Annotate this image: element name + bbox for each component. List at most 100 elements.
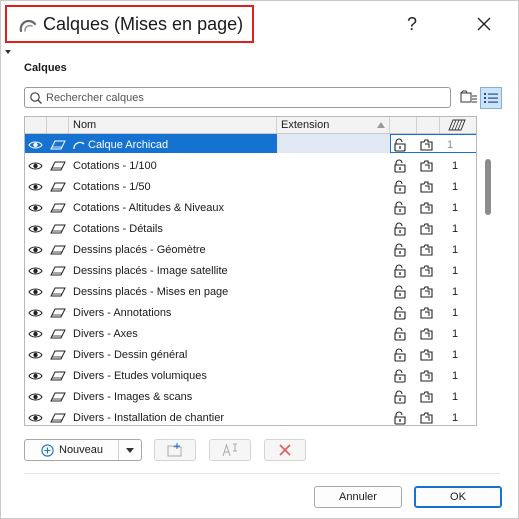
cancel-button[interactable]: Annuler — [314, 486, 402, 508]
wireframe-toggle[interactable] — [420, 176, 434, 197]
intersection-group-cell[interactable]: 1 — [445, 134, 465, 155]
scrollbar-thumb[interactable] — [485, 159, 491, 215]
layer-name-cell[interactable]: Dessins placés - Image satellite — [73, 260, 273, 281]
table-row[interactable]: Cotations - 1/100 1 — [25, 155, 476, 176]
wireframe-toggle[interactable] — [420, 239, 434, 260]
wireframe-toggle[interactable] — [420, 386, 434, 407]
visibility-toggle[interactable] — [28, 365, 44, 386]
visibility-toggle[interactable] — [28, 386, 44, 407]
intersection-group-cell[interactable]: 1 — [445, 407, 465, 425]
header-wireframe[interactable] — [417, 117, 440, 133]
layer-name-cell[interactable]: Cotations - 1/100 — [73, 155, 273, 176]
table-row[interactable]: Dessins placés - Image satellite 1 — [25, 260, 476, 281]
new-layer-dropdown[interactable] — [119, 440, 141, 460]
wireframe-toggle[interactable] — [420, 197, 434, 218]
header-intersection[interactable] — [440, 117, 476, 133]
wireframe-toggle[interactable] — [420, 155, 434, 176]
folder-view-button[interactable] — [458, 87, 480, 109]
intersection-group-cell[interactable]: 1 — [445, 197, 465, 218]
intersection-group-cell[interactable]: 1 — [445, 281, 465, 302]
new-layer-button[interactable]: Nouveau — [24, 439, 142, 461]
layer-name-cell[interactable]: Dessins placés - Mises en page — [73, 281, 273, 302]
new-layer-main[interactable]: Nouveau — [25, 440, 120, 460]
lock-toggle[interactable] — [393, 176, 409, 197]
visibility-toggle[interactable] — [28, 218, 44, 239]
lock-toggle[interactable] — [393, 386, 409, 407]
layer-name-cell[interactable]: Divers - Axes — [73, 323, 273, 344]
delete-button[interactable] — [264, 439, 306, 461]
wireframe-toggle[interactable] — [420, 365, 434, 386]
visibility-toggle[interactable] — [28, 155, 44, 176]
visibility-toggle[interactable] — [28, 344, 44, 365]
table-row[interactable]: Cotations - Détails 1 — [25, 218, 476, 239]
intersection-group-cell[interactable]: 1 — [445, 344, 465, 365]
visibility-toggle[interactable] — [28, 134, 44, 155]
lock-toggle[interactable] — [393, 365, 409, 386]
help-button[interactable]: ? — [397, 9, 427, 39]
lock-toggle[interactable] — [393, 407, 409, 425]
layer-name-cell[interactable]: Divers - Installation de chantier — [73, 407, 273, 425]
layer-name-cell[interactable]: Divers - Annotations — [73, 302, 273, 323]
intersection-group-cell[interactable]: 1 — [445, 365, 465, 386]
collapse-arrow-icon[interactable] — [5, 50, 11, 54]
layer-name-cell[interactable]: Calque Archicad — [73, 134, 273, 155]
wireframe-toggle[interactable] — [420, 281, 434, 302]
wireframe-toggle[interactable] — [420, 302, 434, 323]
layer-name-cell[interactable]: Dessins placés - Géomètre — [73, 239, 273, 260]
ok-button[interactable]: OK — [414, 486, 502, 508]
visibility-toggle[interactable] — [28, 197, 44, 218]
layer-name-cell[interactable]: Cotations - Altitudes & Niveaux — [73, 197, 273, 218]
layer-name-cell[interactable]: Divers - Images & scans — [73, 386, 273, 407]
lock-toggle[interactable] — [393, 281, 409, 302]
wireframe-toggle[interactable] — [420, 260, 434, 281]
table-row[interactable]: Dessins placés - Mises en page 1 — [25, 281, 476, 302]
lock-toggle[interactable] — [393, 302, 409, 323]
table-row[interactable]: Divers - Images & scans 1 — [25, 386, 476, 407]
wireframe-toggle[interactable] — [420, 407, 434, 425]
header-lock[interactable] — [390, 117, 417, 133]
intersection-group-cell[interactable]: 1 — [445, 239, 465, 260]
lock-toggle[interactable] — [393, 155, 409, 176]
table-row[interactable]: Divers - Annotations 1 — [25, 302, 476, 323]
visibility-toggle[interactable] — [28, 281, 44, 302]
wireframe-toggle[interactable] — [420, 323, 434, 344]
intersection-group-cell[interactable]: 1 — [445, 155, 465, 176]
table-row[interactable]: Divers - Etudes volumiques 1 — [25, 365, 476, 386]
lock-toggle[interactable] — [393, 218, 409, 239]
layer-name-cell[interactable]: Divers - Etudes volumiques — [73, 365, 273, 386]
intersection-group-cell[interactable]: 1 — [445, 323, 465, 344]
lock-toggle[interactable] — [393, 260, 409, 281]
lock-toggle[interactable] — [393, 197, 409, 218]
intersection-group-cell[interactable]: 1 — [445, 176, 465, 197]
new-folder-button[interactable] — [154, 439, 196, 461]
visibility-toggle[interactable] — [28, 260, 44, 281]
header-type[interactable] — [47, 117, 69, 133]
intersection-group-cell[interactable]: 1 — [445, 218, 465, 239]
wireframe-toggle[interactable] — [420, 218, 434, 239]
visibility-toggle[interactable] — [28, 407, 44, 425]
list-view-button[interactable] — [480, 87, 502, 109]
lock-toggle[interactable] — [393, 239, 409, 260]
header-name[interactable]: Nom — [69, 117, 277, 133]
table-row[interactable]: Divers - Dessin général 1 — [25, 344, 476, 365]
wireframe-toggle[interactable] — [420, 134, 434, 155]
table-row[interactable]: Calque Archicad 1 — [25, 134, 476, 155]
intersection-group-cell[interactable]: 1 — [445, 302, 465, 323]
table-row[interactable]: Divers - Installation de chantier 1 — [25, 407, 476, 425]
lock-toggle[interactable] — [393, 134, 409, 155]
search-input[interactable] — [46, 91, 446, 104]
header-visibility[interactable] — [25, 117, 47, 133]
layer-name-cell[interactable]: Divers - Dessin général — [73, 344, 273, 365]
visibility-toggle[interactable] — [28, 323, 44, 344]
search-box[interactable] — [24, 87, 451, 108]
layer-name-cell[interactable]: Cotations - 1/50 — [73, 176, 273, 197]
visibility-toggle[interactable] — [28, 239, 44, 260]
header-extension[interactable]: Extension — [277, 117, 390, 133]
wireframe-toggle[interactable] — [420, 344, 434, 365]
table-row[interactable]: Cotations - 1/50 1 — [25, 176, 476, 197]
intersection-group-cell[interactable]: 1 — [445, 260, 465, 281]
visibility-toggle[interactable] — [28, 302, 44, 323]
visibility-toggle[interactable] — [28, 176, 44, 197]
close-button[interactable] — [469, 9, 499, 39]
table-row[interactable]: Dessins placés - Géomètre 1 — [25, 239, 476, 260]
